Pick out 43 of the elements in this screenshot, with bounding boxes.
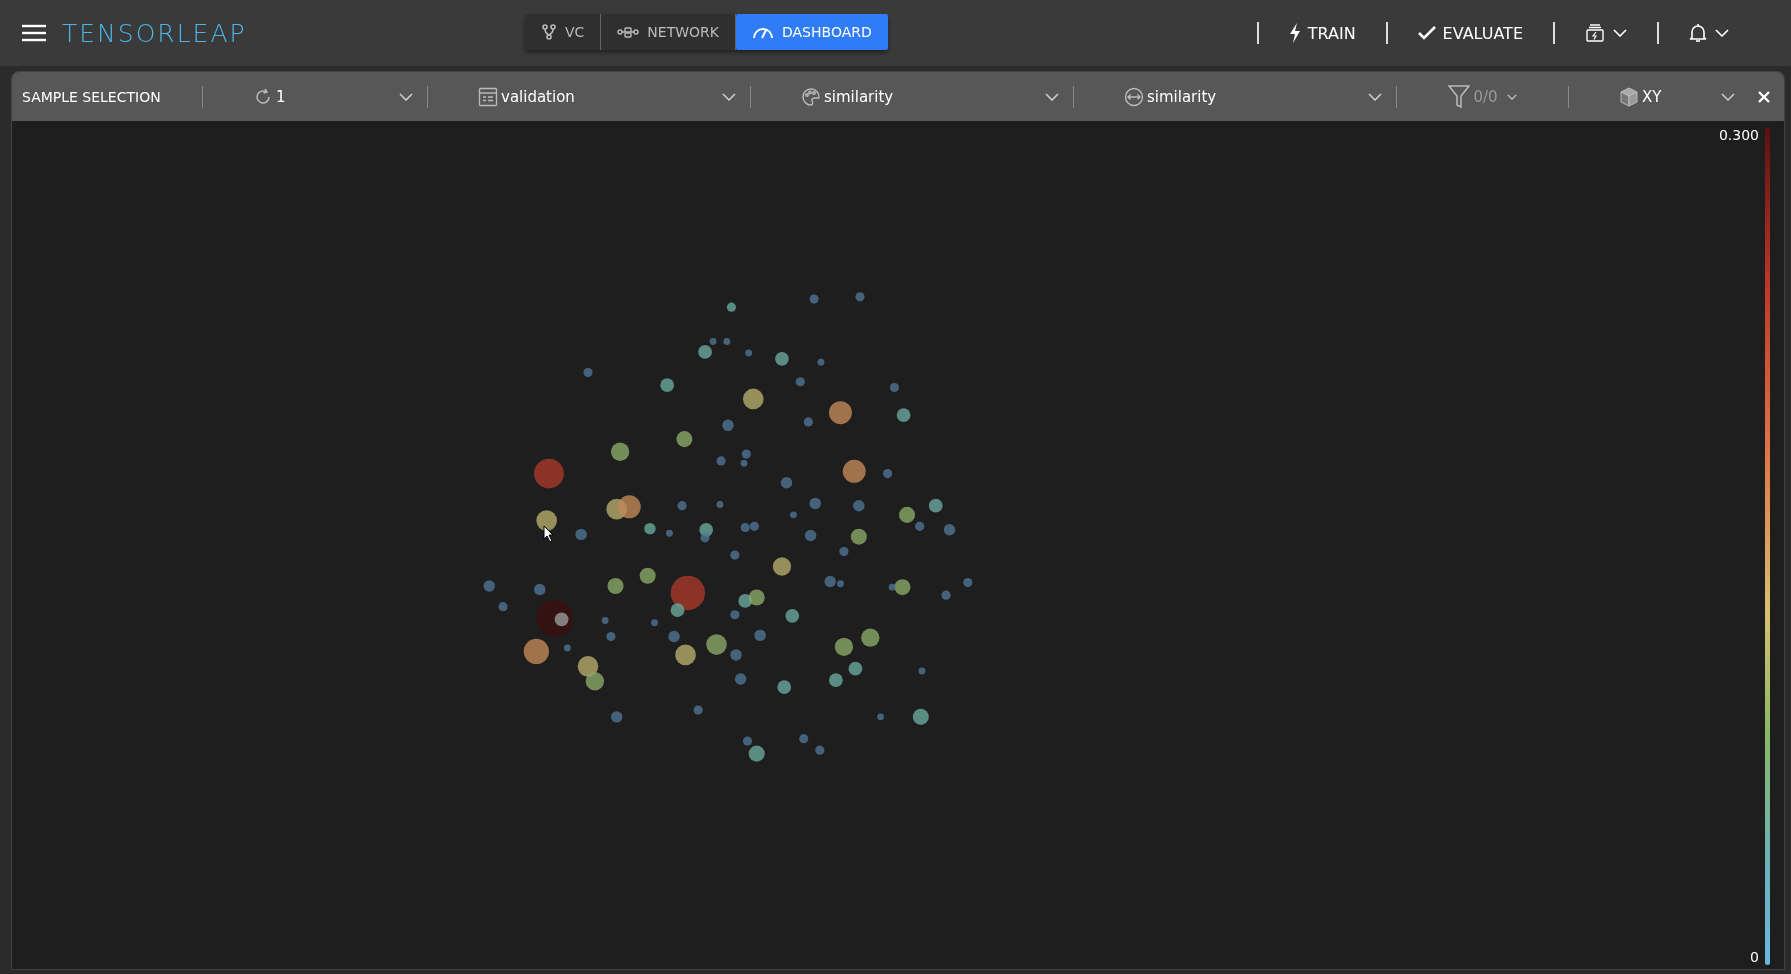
checkmark-icon <box>1417 26 1436 40</box>
dropdown-value: similarity <box>1147 87 1217 106</box>
panel-title: SAMPLE SELECTION <box>22 88 162 105</box>
chevron-down-icon <box>1613 29 1627 37</box>
bell-icon <box>1689 23 1707 43</box>
chevron-down-icon[interactable] <box>1045 92 1059 101</box>
battery-menu-button[interactable] <box>1585 23 1627 43</box>
epoch-dropdown[interactable]: 1 <box>203 72 427 121</box>
view-tab[interactable]: DASHBOARD <box>736 14 888 50</box>
cube-icon <box>1619 86 1639 107</box>
lightning-icon <box>1288 23 1301 43</box>
dropdown-value: similarity <box>824 87 894 106</box>
size-dropdown[interactable]: similarity <box>1074 72 1396 121</box>
resize-arrows-icon <box>1124 86 1144 107</box>
logo: TENSORLEAP <box>62 18 247 48</box>
dropdown-value: validation <box>501 87 575 106</box>
chevron-down-icon[interactable] <box>1368 92 1382 101</box>
refresh-icon <box>253 86 273 107</box>
chevron-down-icon[interactable] <box>399 92 413 101</box>
chevron-down-icon[interactable] <box>722 92 736 101</box>
color-dropdown[interactable]: similarity <box>751 72 1073 121</box>
dataset-dropdown[interactable]: validation <box>428 72 750 121</box>
chevron-down-icon <box>1715 29 1729 37</box>
mouse-pointer-icon <box>543 525 555 543</box>
projection-dropdown[interactable]: XY <box>1569 72 1749 121</box>
branch-icon <box>541 24 557 40</box>
dropdown-value: XY <box>1642 87 1662 106</box>
notifications-button[interactable] <box>1689 23 1729 43</box>
scale-max-label: 0.300 <box>1718 127 1759 143</box>
evaluate-button[interactable]: EVALUATE <box>1417 23 1523 43</box>
train-button[interactable]: TRAIN <box>1288 23 1356 43</box>
palette-icon <box>801 86 821 107</box>
table-icon <box>478 86 498 107</box>
dropdown-value: 0/0 <box>1473 87 1498 106</box>
nodes-icon <box>617 26 640 38</box>
scale-min-label: 0 <box>1750 949 1759 965</box>
chevron-down-icon[interactable] <box>1721 92 1735 101</box>
filter-icon <box>1448 84 1471 109</box>
view-tab[interactable]: VC <box>525 14 602 50</box>
gauge-icon <box>752 25 774 39</box>
battery-icon <box>1585 23 1605 43</box>
dropdown-value: 1 <box>276 87 286 106</box>
menu-icon[interactable] <box>22 24 46 42</box>
